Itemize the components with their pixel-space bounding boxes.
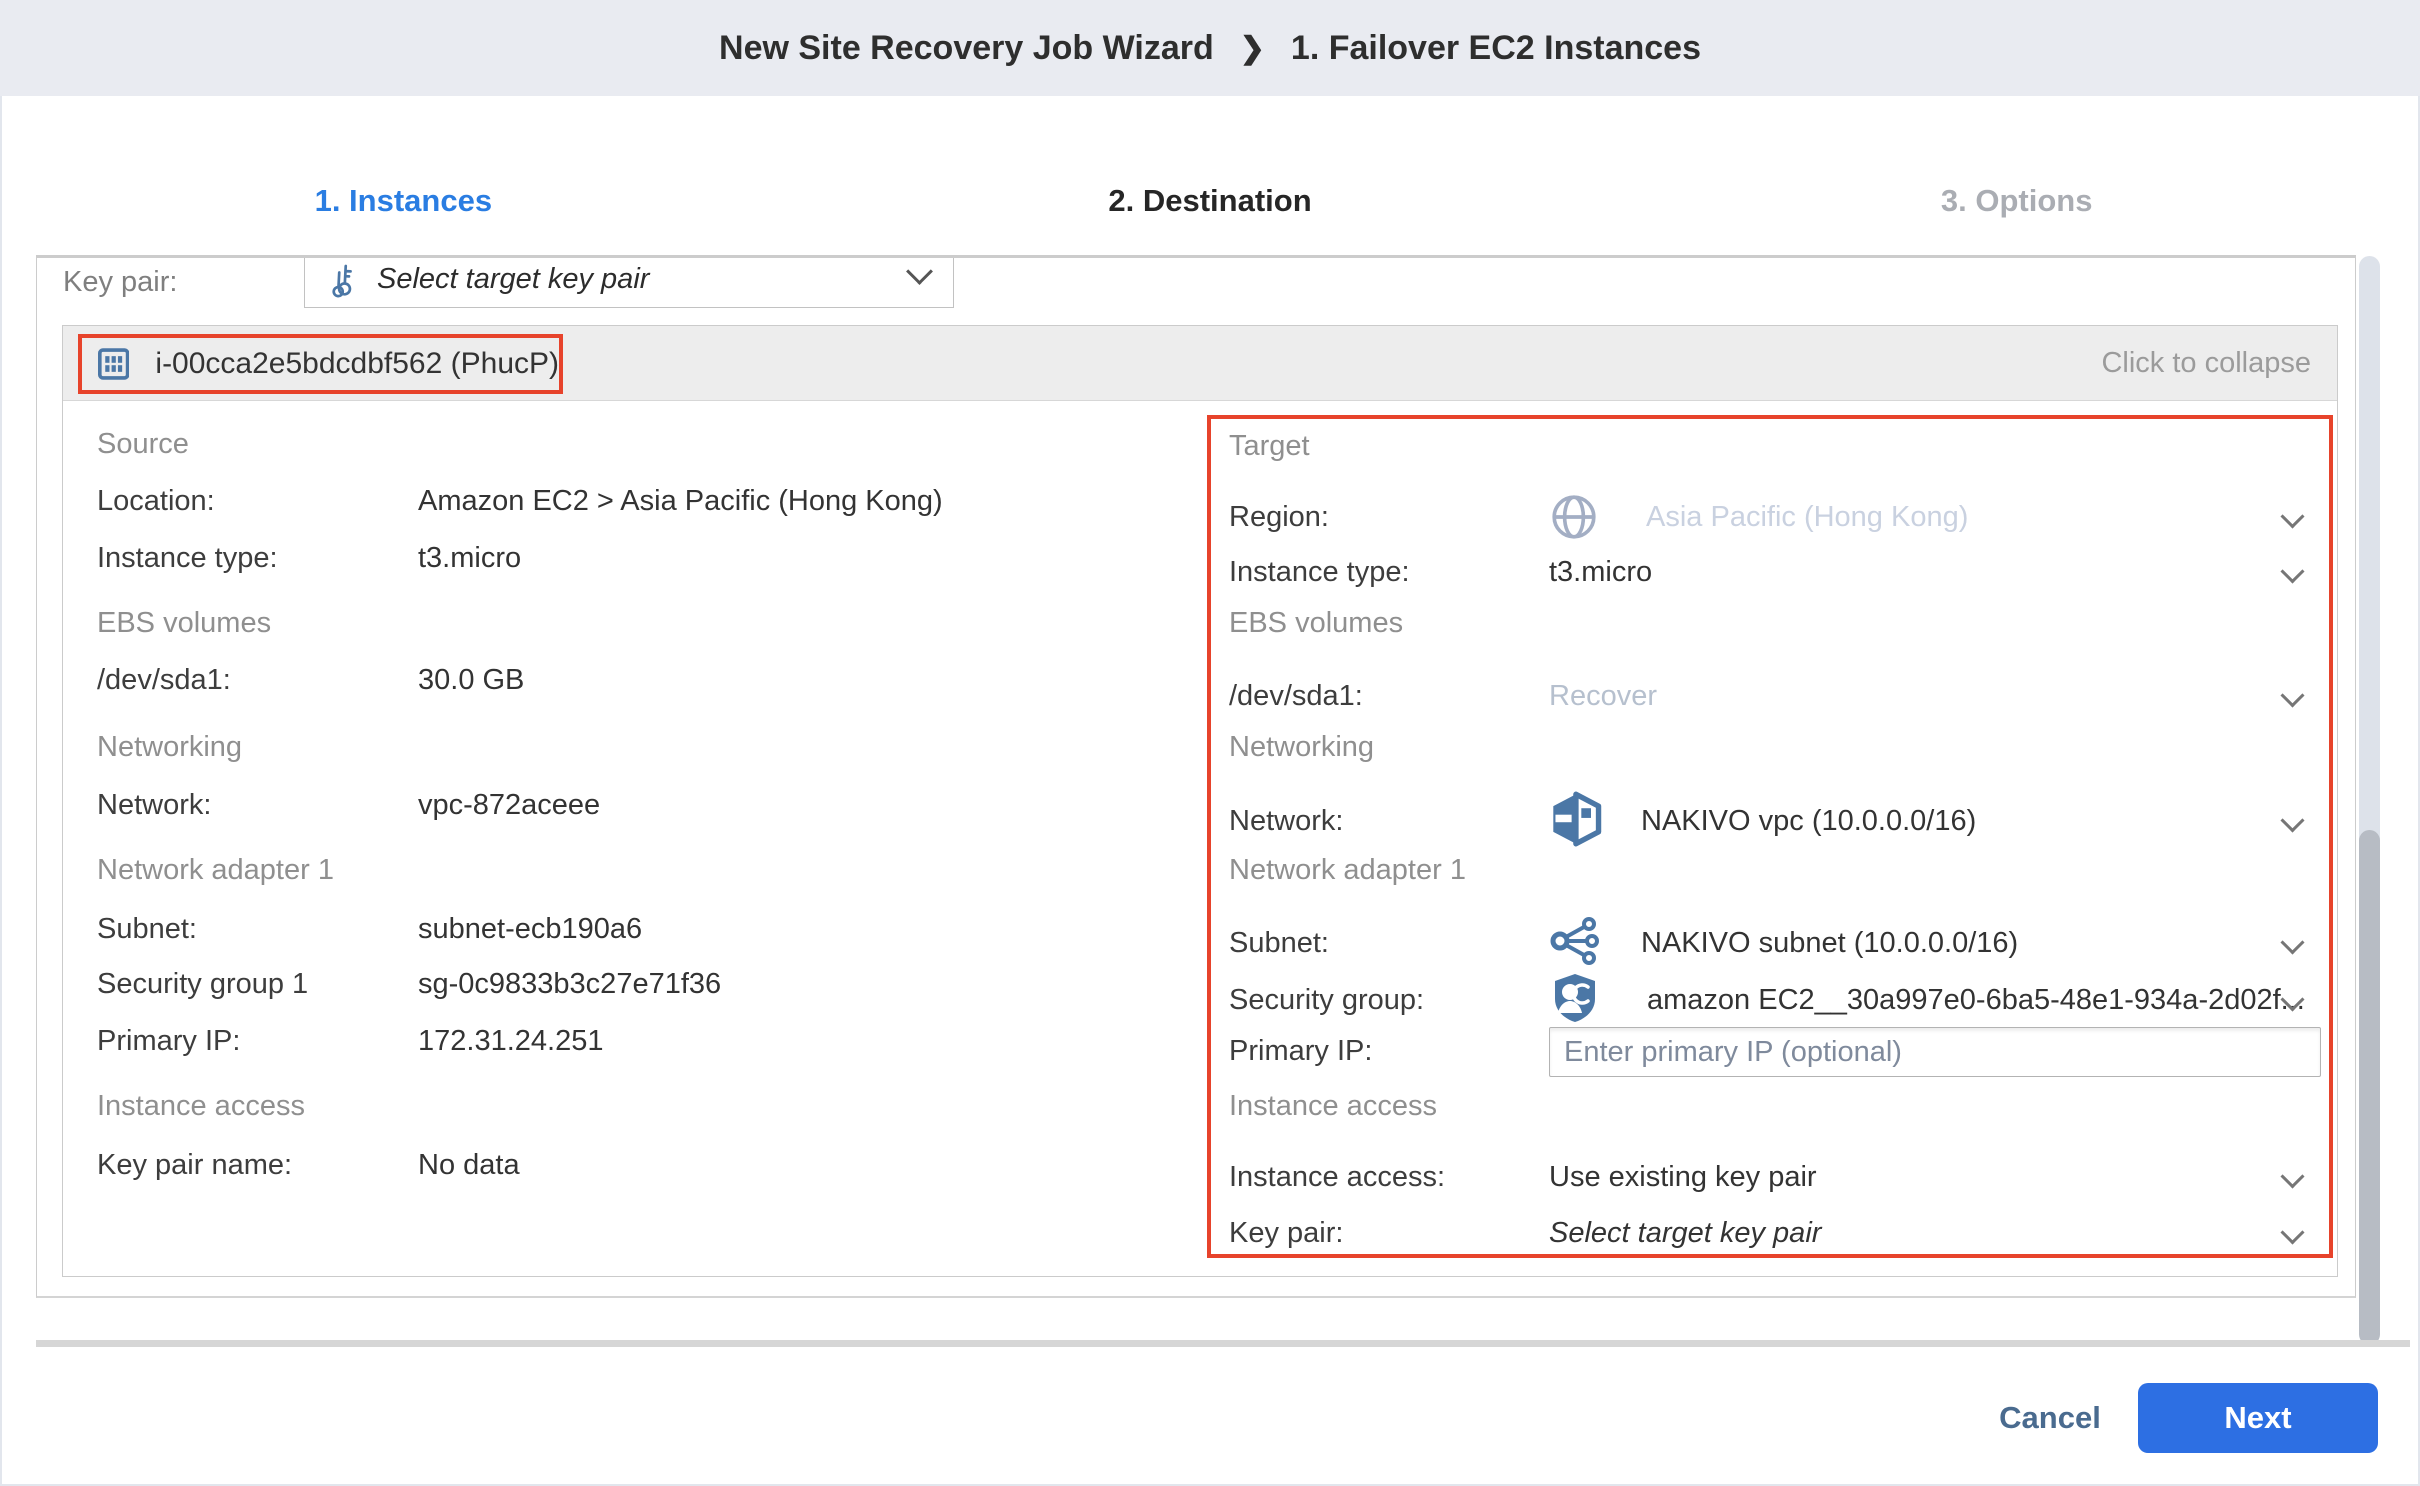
tab-destination[interactable]: 2. Destination — [807, 160, 1614, 242]
wizard-window: New Site Recovery Job Wizard ❯ 1. Failov… — [0, 0, 2420, 1486]
scrollbar-thumb[interactable] — [2359, 830, 2380, 1345]
content-frame: Key pair: Select target key pair — [36, 255, 2356, 1298]
instance-highlight-box: i-00cca2e5bdcdbf562 (PhucP) — [78, 334, 563, 394]
source-key-pair-label: Key pair name: — [97, 1143, 292, 1187]
target-network-select[interactable]: NAKIVO vpc (10.0.0.0/16) — [1641, 799, 1976, 843]
chevron-down-icon — [906, 258, 933, 285]
step-title: 1. Failover EC2 Instances — [1291, 29, 1701, 68]
source-location-value: Amazon EC2 > Asia Pacific (Hong Kong) — [418, 479, 943, 523]
target-instance-type-select[interactable]: t3.micro — [1549, 550, 1652, 594]
source-security-group-label: Security group 1 — [97, 962, 308, 1006]
target-key-pair-select[interactable]: Select target key pair — [1549, 1211, 1821, 1255]
source-instance-type-label: Instance type: — [97, 536, 278, 580]
chevron-down-icon — [2280, 504, 2304, 528]
target-network-label: Network: — [1229, 799, 1343, 843]
wizard-steps: 1. Instances 2. Destination 3. Options — [0, 160, 2420, 242]
source-network-label: Network: — [97, 783, 211, 827]
target-networking-heading: Networking — [1229, 725, 1374, 769]
chevron-down-icon — [2280, 808, 2304, 832]
chevron-down-icon — [2280, 1220, 2304, 1244]
source-network-value: vpc-872aceee — [418, 783, 600, 827]
target-volume-select[interactable]: Recover — [1549, 674, 1657, 718]
key-pair-select-value: Select target key pair — [377, 263, 649, 296]
target-subnet-label: Subnet: — [1229, 921, 1329, 965]
instance-panel-header[interactable]: i-00cca2e5bdcdbf562 (PhucP) Click to col… — [63, 326, 2337, 401]
target-heading: Target — [1229, 424, 1310, 468]
source-heading: Source — [97, 422, 189, 466]
content-bottom-divider — [36, 1340, 2410, 1347]
target-subnet-select[interactable]: NAKIVO subnet (10.0.0.0/16) — [1641, 921, 2018, 965]
source-primary-ip-label: Primary IP: — [97, 1019, 240, 1063]
source-primary-ip-value: 172.31.24.251 — [418, 1019, 603, 1063]
security-group-icon — [1549, 972, 1601, 1024]
target-adapter-heading: Network adapter 1 — [1229, 848, 1466, 892]
target-security-group-label: Security group: — [1229, 978, 1424, 1022]
collapse-hint: Click to collapse — [2101, 326, 2311, 400]
cancel-button[interactable]: Cancel — [1985, 1395, 2115, 1441]
vertical-scrollbar[interactable] — [2359, 256, 2380, 1345]
source-security-group-value: sg-0c9833b3c27e71f36 — [418, 962, 721, 1006]
key-pair-label: Key pair: — [63, 260, 177, 304]
instance-panel: i-00cca2e5bdcdbf562 (PhucP) Click to col… — [62, 325, 2338, 1277]
source-volume-label: /dev/sda1: — [97, 658, 231, 702]
subnet-icon — [1549, 915, 1601, 967]
chevron-down-icon — [2280, 559, 2304, 583]
key-pair-icon — [327, 262, 363, 298]
source-subnet-label: Subnet: — [97, 907, 197, 951]
target-instance-access-select[interactable]: Use existing key pair — [1549, 1155, 1817, 1199]
breadcrumb-separator-icon: ❯ — [1240, 31, 1265, 66]
next-button[interactable]: Next — [2138, 1383, 2378, 1453]
target-security-group-select[interactable]: amazon EC2__30a997e0-6ba5-48e1-934a-2d02… — [1647, 978, 2305, 1022]
tab-instances[interactable]: 1. Instances — [0, 160, 807, 242]
target-region-label: Region: — [1229, 495, 1329, 539]
instance-title: i-00cca2e5bdcdbf562 (PhucP) — [155, 347, 559, 381]
source-instance-type-value: t3.micro — [418, 536, 521, 580]
tab-options: 3. Options — [1613, 160, 2420, 242]
target-primary-ip-label: Primary IP: — [1229, 1029, 1372, 1073]
ec2-instance-icon — [98, 340, 129, 388]
chevron-down-icon — [2280, 930, 2304, 954]
target-ebs-heading: EBS volumes — [1229, 601, 1403, 645]
source-networking-heading: Networking — [97, 725, 242, 769]
target-instance-access-label: Instance access: — [1229, 1155, 1445, 1199]
chevron-down-icon — [2280, 1164, 2304, 1188]
target-instance-type-label: Instance type: — [1229, 550, 1410, 594]
wizard-title: New Site Recovery Job Wizard — [719, 29, 1214, 68]
target-region-select: Asia Pacific (Hong Kong) — [1646, 495, 1968, 539]
source-ebs-heading: EBS volumes — [97, 601, 271, 645]
target-volume-label: /dev/sda1: — [1229, 674, 1363, 718]
source-location-label: Location: — [97, 479, 215, 523]
wizard-header: New Site Recovery Job Wizard ❯ 1. Failov… — [0, 0, 2420, 96]
source-adapter-heading: Network adapter 1 — [97, 848, 334, 892]
source-subnet-value: subnet-ecb190a6 — [418, 907, 642, 951]
vpc-icon — [1549, 791, 1605, 847]
target-key-pair-label: Key pair: — [1229, 1211, 1343, 1255]
source-instance-access-heading: Instance access — [97, 1084, 305, 1128]
chevron-down-icon — [2280, 683, 2304, 707]
target-instance-access-heading: Instance access — [1229, 1084, 1437, 1128]
source-volume-value: 30.0 GB — [418, 658, 524, 702]
globe-icon — [1549, 492, 1599, 542]
source-key-pair-value: No data — [418, 1143, 520, 1187]
key-pair-select[interactable]: Select target key pair — [304, 255, 954, 308]
primary-ip-input[interactable] — [1549, 1027, 2321, 1077]
